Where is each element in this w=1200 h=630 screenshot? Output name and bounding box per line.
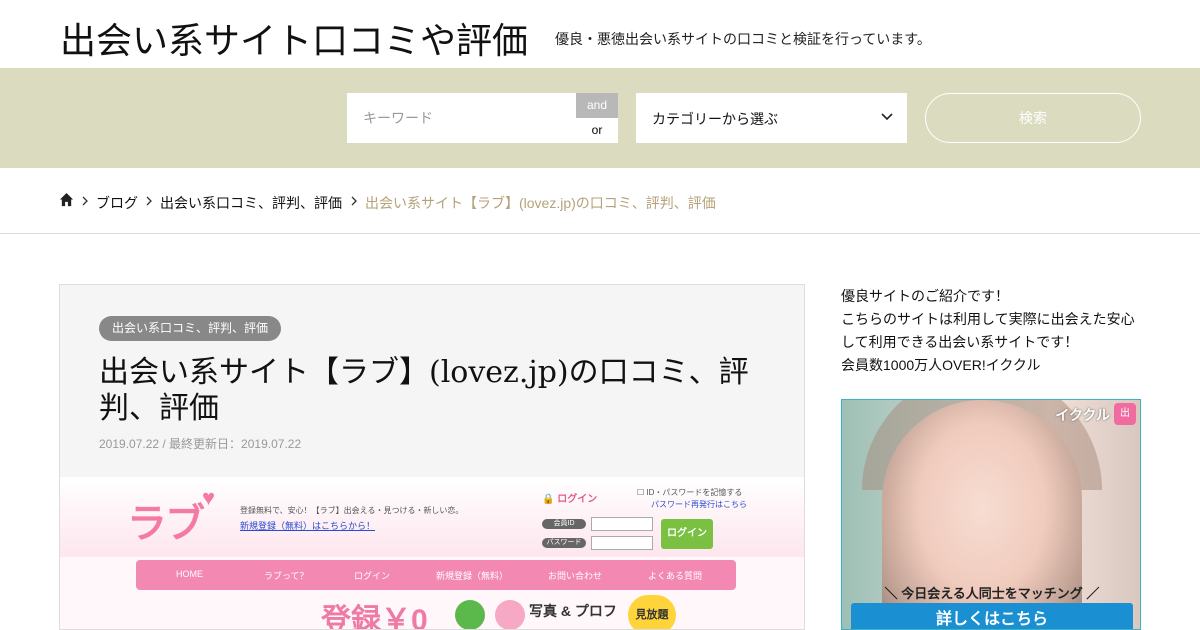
ad-details-button[interactable]: 詳しくはこちら <box>851 603 1133 629</box>
lovez-logo: ラブ <box>127 501 205 547</box>
sidebar-line: こちらのサイトは利用して実際に出会えた安心 <box>841 311 1135 327</box>
keyword-input[interactable] <box>347 93 576 143</box>
hero-password-label: パスワード <box>542 538 586 548</box>
hero-login-label: 🔒 ログイン <box>542 494 598 505</box>
site-description: 優良・悪徳出会い系サイトの口コミと検証を行っています。 <box>555 31 931 47</box>
ad-brand-icon: 出 <box>1114 403 1136 425</box>
breadcrumb-item-blog[interactable]: ブログ <box>96 193 138 213</box>
hero-remember-text: ID・パスワードを記憶する <box>646 488 743 497</box>
hero-nav-item: 新規登録（無料） <box>436 571 509 581</box>
and-or-toggle: and or <box>576 93 618 143</box>
chevron-right-icon <box>351 196 357 206</box>
category-select[interactable]: カテゴリーから選ぶ <box>636 93 907 143</box>
and-option[interactable]: and <box>576 93 618 118</box>
hero-photo-profile: 写真 & プロフ <box>529 603 617 619</box>
breadcrumb: ブログ 出会い系口コミ、評判、評価 出会い系サイト【ラブ】(lovez.jp)の… <box>0 168 1200 234</box>
sidebar-line: して利用できる出会い系サイトです！ <box>841 334 1079 350</box>
sidebar-line: 会員数1000万人OVER!イククル <box>841 357 1041 373</box>
hero-register-free: 登録￥0 <box>321 604 428 630</box>
hero-nav-bar: HOME ラブって？ ログイン 新規登録（無料） お問い合わせ よくある質問 <box>136 560 736 590</box>
hero-nav-item: お問い合わせ <box>548 571 603 581</box>
hero-tagline: 登録無料で、安心！【ラブ】出会える・見つける・新しい恋。 <box>240 506 464 515</box>
hero-remember: ☐ ID・パスワードを記憶する <box>637 488 743 497</box>
hero-login-button: ログイン <box>661 519 713 549</box>
hero-nav-item: よくある質問 <box>648 571 703 581</box>
home-icon[interactable] <box>59 192 74 207</box>
hero-nav-item: ログイン <box>354 571 391 581</box>
hero-register-link: 新規登録（無料）はこちらから！ <box>240 521 376 531</box>
chevron-right-icon <box>146 196 152 206</box>
article-card: 出会い系口コミ、評判、評価 出会い系サイト【ラブ】(lovez.jp)の口コミ、… <box>59 284 805 630</box>
post-title: 出会い系サイト【ラブ】(lovez.jp)の口コミ、評判、評価 <box>99 355 749 426</box>
hero-password-field <box>591 536 653 550</box>
or-option[interactable]: or <box>576 118 618 143</box>
site-header: 出会い系サイト口コミや評価 優良・悪徳出会い系サイトの口コミと検証を行っています… <box>0 0 1200 68</box>
hero-unlimited-badge: 見放題 <box>628 595 676 629</box>
site-title[interactable]: 出会い系サイト口コミや評価 <box>60 12 528 64</box>
category-select-value: カテゴリーから選ぶ <box>652 111 778 127</box>
profile-icon <box>495 600 525 629</box>
category-badge[interactable]: 出会い系口コミ、評判、評価 <box>99 316 282 341</box>
ad-brand: イククル <box>1055 407 1110 423</box>
sidebar-ad-banner[interactable]: イククル 出 ＼ 今日会える人同士をマッチング ／ 詳しくはこちら <box>841 399 1141 630</box>
sidebar-intro: 優良サイトのご紹介です！ こちらのサイトは利用して実際に出会えた安心 して利用で… <box>841 285 1161 377</box>
hero-password-reissue: パスワード再発行はこちら <box>651 500 747 509</box>
sidebar-line: 優良サイトのご紹介です！ <box>841 288 1009 304</box>
search-bar: and or カテゴリーから選ぶ 検索 <box>0 68 1200 168</box>
heart-icon: ♥ <box>202 485 216 510</box>
photo-icon <box>455 600 485 629</box>
breadcrumb-current: 出会い系サイト【ラブ】(lovez.jp)の口コミ、評判、評価 <box>365 195 716 211</box>
featured-image: ラブ ♥ 登録無料で、安心！【ラブ】出会える・見つける・新しい恋。 新規登録（無… <box>60 477 804 630</box>
post-date: 2019.07.22 / 最終更新日：2019.07.22 <box>99 437 302 451</box>
hero-login-text: ログイン <box>557 494 598 505</box>
hero-member-id-label: 会員ID <box>542 519 586 529</box>
hero-member-id-field <box>591 517 653 531</box>
hero-nav-item: ラブって？ <box>264 571 309 581</box>
breadcrumb-item-category[interactable]: 出会い系口コミ、評判、評価 <box>160 193 342 213</box>
search-button[interactable]: 検索 <box>925 93 1141 143</box>
chevron-down-icon <box>881 113 893 121</box>
chevron-right-icon <box>82 196 88 206</box>
hero-nav-item: HOME <box>176 569 203 579</box>
ad-caption: ＼ 今日会える人同士をマッチング ／ <box>884 586 1100 601</box>
